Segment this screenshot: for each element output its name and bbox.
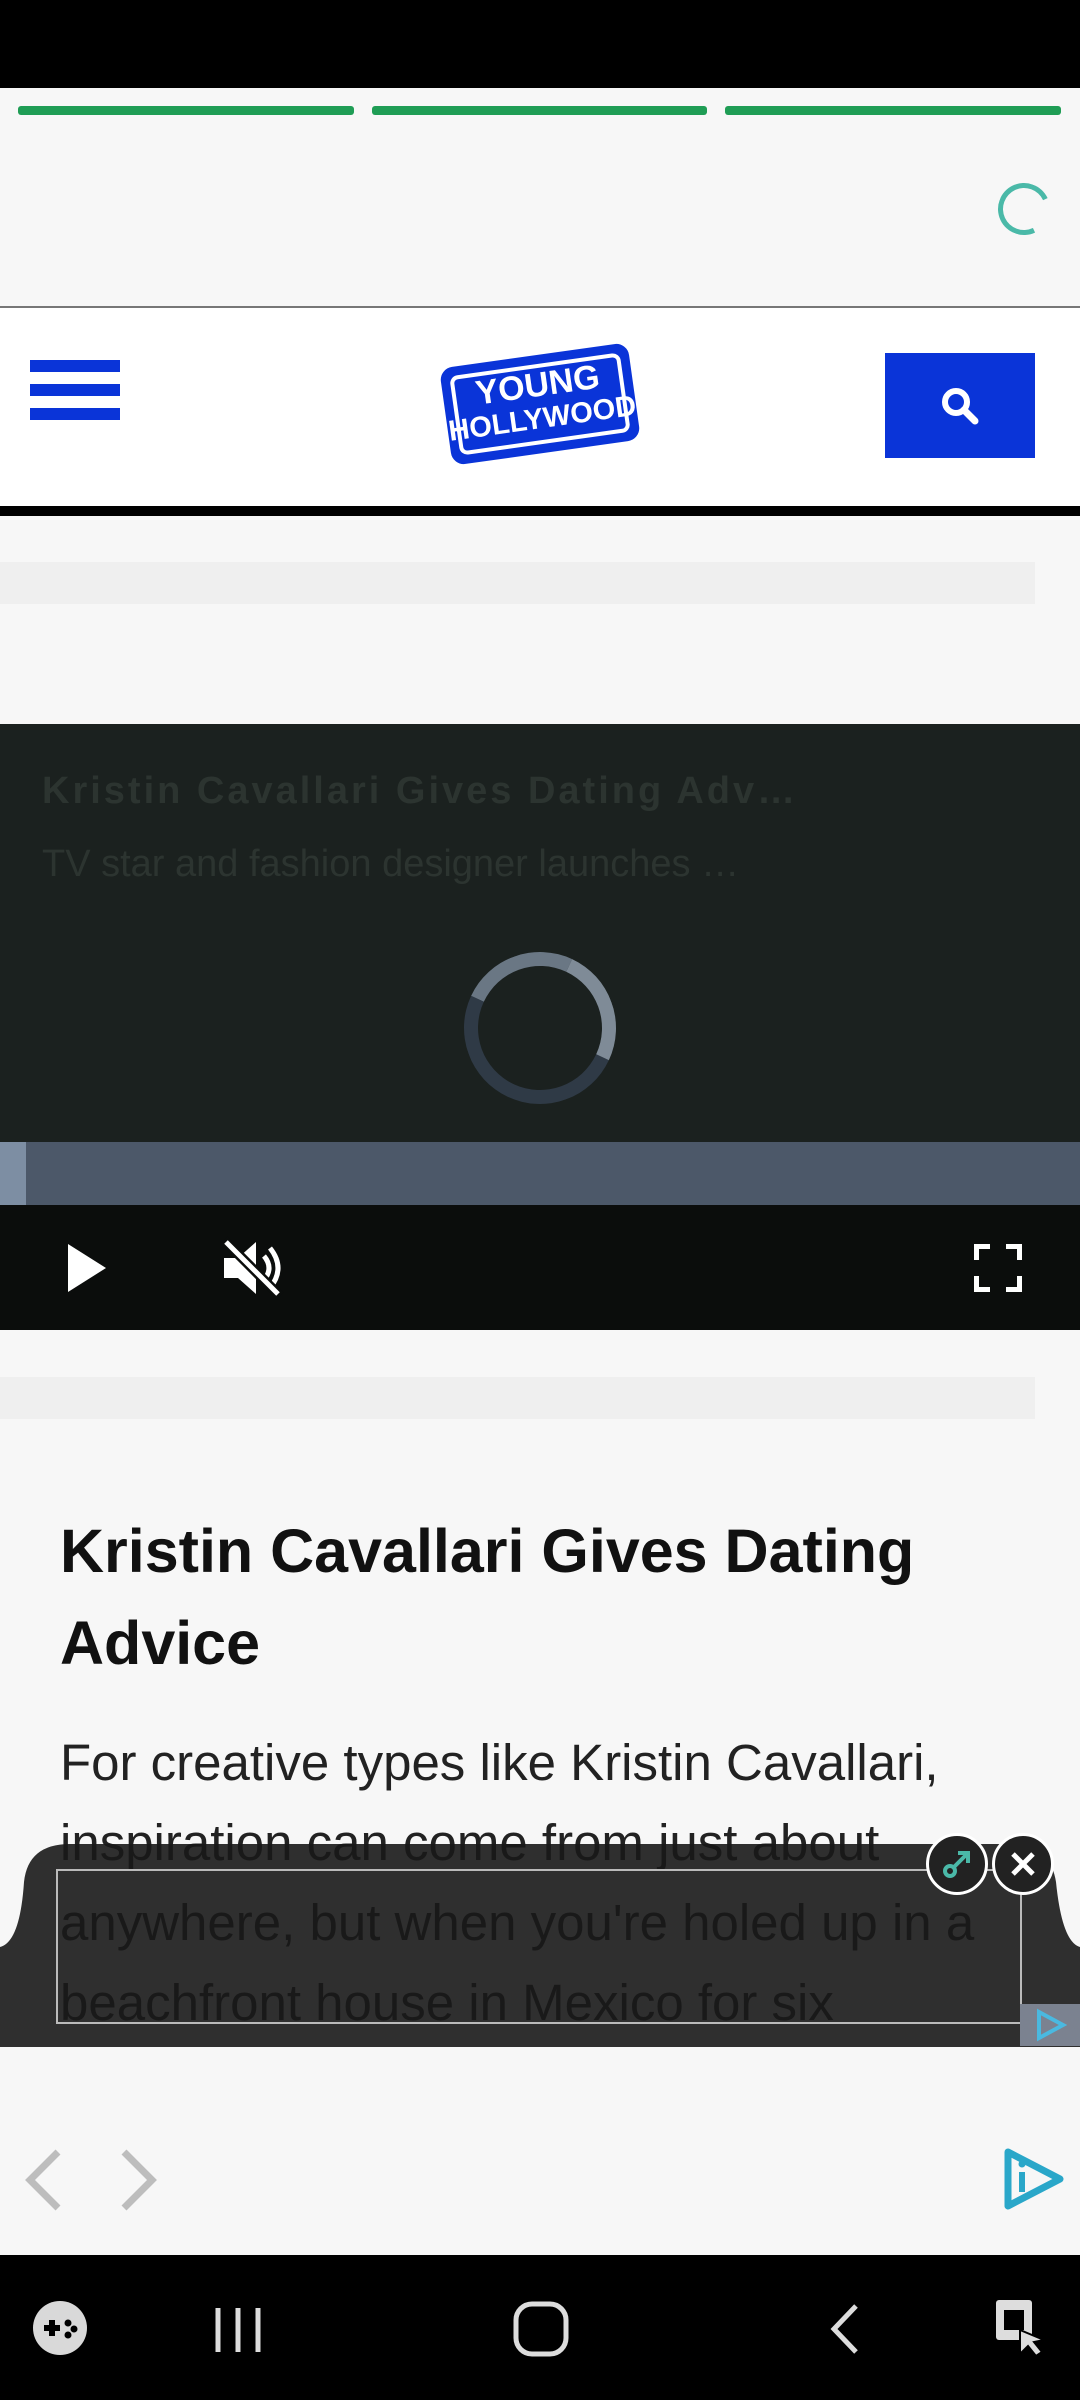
accessibility-icon (996, 2300, 1048, 2358)
home-icon (513, 2301, 569, 2357)
loading-spinner (990, 175, 1058, 243)
adchoices-icon (1037, 2008, 1067, 2042)
back-icon (830, 2304, 858, 2354)
fullscreen-button[interactable] (973, 1243, 1023, 1293)
bottom-navigation (0, 2047, 1080, 2255)
story-progress-segment (18, 106, 354, 115)
ad-placeholder (0, 562, 1035, 604)
article-title: Kristin Cavallari Gives Dating Advice (60, 1517, 915, 1677)
expand-arrow-icon (943, 1851, 970, 1878)
accessibility-button[interactable] (992, 2296, 1050, 2358)
system-back-button[interactable] (826, 2302, 862, 2356)
ad-expand-button[interactable] (926, 1833, 988, 1895)
ad-placeholder (0, 1377, 1035, 1419)
menu-button[interactable] (30, 360, 120, 432)
hamburger-icon (30, 360, 120, 372)
close-icon (1011, 1852, 1035, 1876)
home-button[interactable] (512, 2300, 570, 2358)
brand-play-icon (1004, 2148, 1064, 2210)
story-progress-segment (725, 106, 1061, 115)
recents-button[interactable] (212, 2304, 264, 2356)
volume-muted-icon (220, 1236, 284, 1300)
search-icon (942, 387, 979, 424)
back-button[interactable] (22, 2148, 66, 2212)
game-launcher-icon (33, 2301, 87, 2355)
chevron-right-icon (121, 2149, 157, 2211)
game-launcher-button[interactable] (30, 2298, 90, 2358)
search-button[interactable] (885, 353, 1035, 458)
hamburger-icon (30, 384, 120, 396)
story-progress-segment (372, 106, 707, 115)
site-logo[interactable]: YOUNG HOLLYWOOD (438, 334, 642, 474)
video-progress-fill (0, 1142, 26, 1205)
ad-frame[interactable] (56, 1869, 1022, 2024)
fullscreen-icon (973, 1243, 1023, 1293)
status-bar (0, 0, 1080, 88)
recents-icon (215, 2308, 261, 2352)
video-controls (0, 1205, 1080, 1330)
video-description: TV star and fashion designer launches … (42, 843, 740, 885)
chevron-left-icon (25, 2149, 61, 2211)
video-progress-track[interactable] (0, 1142, 1080, 1205)
video-title: Kristin Cavallari Gives Dating Adv… (42, 770, 799, 812)
play-button[interactable] (60, 1240, 112, 1296)
adchoices-button[interactable] (1020, 2004, 1080, 2046)
forward-button[interactable] (116, 2148, 160, 2212)
brand-button[interactable] (1000, 2146, 1066, 2212)
play-icon (68, 1244, 106, 1292)
mute-button[interactable] (218, 1236, 288, 1300)
hamburger-icon (30, 408, 120, 420)
ad-close-button[interactable] (992, 1833, 1054, 1895)
